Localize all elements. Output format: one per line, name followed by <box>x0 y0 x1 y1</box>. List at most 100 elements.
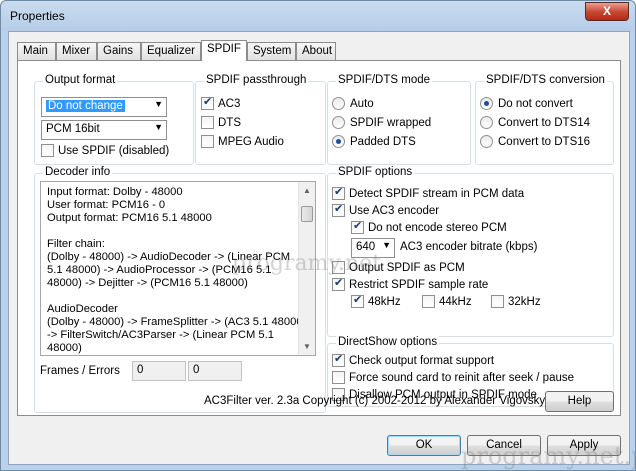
restrict-rate-checkbox[interactable]: Restrict SPDIF sample rate <box>332 276 489 291</box>
window-title: Properties <box>10 9 65 23</box>
tab-system[interactable]: System <box>247 42 296 60</box>
checkbox-icon <box>332 371 345 384</box>
bitrate-value: 640 <box>356 241 376 253</box>
detect-spdif-label: Detect SPDIF stream in PCM data <box>349 187 525 200</box>
frames-field: 0 <box>132 361 186 381</box>
restrict-rate-label: Restrict SPDIF sample rate <box>349 278 489 291</box>
chevron-down-icon: ▼ <box>382 240 391 250</box>
rate-48khz-label: 48kHz <box>368 295 401 308</box>
close-icon: X <box>602 4 611 18</box>
use-ac3-encoder-checkbox[interactable]: Use AC3 encoder <box>332 202 440 217</box>
decoder-info-textbox[interactable]: Input format: Dolby - 48000 User format:… <box>40 181 316 356</box>
radio-icon <box>332 135 345 148</box>
checkbox-icon <box>41 144 54 157</box>
passthrough-dts-checkbox[interactable]: DTS <box>201 116 241 129</box>
rate-32khz-checkbox[interactable]: 32kHz <box>491 295 541 308</box>
dts-conversion-title: SPDIF/DTS conversion <box>484 74 607 86</box>
checkbox-icon <box>351 219 364 234</box>
force-reinit-label: Force sound card to reinit after seek / … <box>349 371 575 384</box>
output-spdif-pcm-label: Output SPDIF as PCM <box>349 261 465 274</box>
use-ac3-encoder-label: Use AC3 encoder <box>349 204 440 217</box>
rate-44khz-label: 44kHz <box>439 295 472 308</box>
checkbox-icon <box>201 135 214 148</box>
checkbox-icon <box>332 261 345 274</box>
checkbox-icon <box>351 293 364 308</box>
dts-mode-wrapped-label: SPDIF wrapped <box>350 116 432 129</box>
passthrough-ac3-checkbox[interactable]: AC3 <box>201 95 241 110</box>
decoder-info-text: Input format: Dolby - 48000 User format:… <box>47 186 307 354</box>
scroll-thumb[interactable] <box>301 206 313 222</box>
checkbox-icon <box>332 276 345 291</box>
spdif-options-group: SPDIF options Detect SPDIF stream in PCM… <box>327 166 614 337</box>
passthrough-mpeg-label: MPEG Audio <box>218 135 284 148</box>
sample-format-combo[interactable]: PCM 16bit ▼ <box>41 120 167 140</box>
help-button[interactable]: Help <box>545 391 614 412</box>
scroll-up-icon[interactable]: ▲ <box>299 182 315 199</box>
tab-spdif[interactable]: SPDIF <box>201 40 247 61</box>
properties-window: Properties X Main Mixer Gains Equalizer … <box>0 0 636 471</box>
close-button[interactable]: X <box>585 2 629 21</box>
decoder-info-scrollbar[interactable]: ▲ ▼ <box>298 182 315 355</box>
use-spdif-label: Use SPDIF (disabled) <box>58 144 170 157</box>
convert-none-radio[interactable]: Do not convert <box>480 97 573 110</box>
convert-dts16-label: Convert to DTS16 <box>498 135 591 148</box>
tab-main[interactable]: Main <box>17 42 56 60</box>
bitrate-label: AC3 encoder bitrate (kbps) <box>400 241 538 253</box>
output-spdif-pcm-checkbox[interactable]: Output SPDIF as PCM <box>332 261 465 274</box>
scroll-down-icon[interactable]: ▼ <box>299 338 315 355</box>
checkbox-icon <box>491 295 504 308</box>
detect-spdif-checkbox[interactable]: Detect SPDIF stream in PCM data <box>332 185 525 200</box>
chevron-down-icon: ▼ <box>154 122 163 132</box>
dts-mode-padded-radio[interactable]: Padded DTS <box>332 135 416 148</box>
convert-none-label: Do not convert <box>498 97 573 110</box>
radio-icon <box>480 135 493 148</box>
checkbox-icon <box>332 352 345 367</box>
dialog-client: Main Mixer Gains Equalizer SPDIF System … <box>8 31 636 470</box>
sample-format-value: PCM 16bit <box>46 123 100 135</box>
checkbox-icon <box>332 185 345 200</box>
passthrough-ac3-label: AC3 <box>218 97 241 110</box>
checkbox-icon <box>422 295 435 308</box>
convert-dts16-radio[interactable]: Convert to DTS16 <box>480 135 590 148</box>
passthrough-mpeg-checkbox[interactable]: MPEG Audio <box>201 135 284 148</box>
rate-44khz-checkbox[interactable]: 44kHz <box>422 295 472 308</box>
title-bar[interactable]: Properties X <box>1 1 635 31</box>
spdif-tab-panel: Output format Do not change ▼ PCM 16bit … <box>17 60 621 416</box>
apply-button[interactable]: Apply <box>547 435 621 456</box>
output-format-title: Output format <box>43 74 118 86</box>
copyright-text: AC3Filter ver. 2.3a Copyright (c) 2002-2… <box>204 395 546 407</box>
no-stereo-checkbox[interactable]: Do not encode stereo PCM <box>351 219 507 234</box>
radio-icon <box>332 97 345 110</box>
dts-mode-title: SPDIF/DTS mode <box>336 74 433 86</box>
cancel-button[interactable]: Cancel <box>467 435 541 456</box>
checkbox-icon <box>332 202 345 217</box>
no-stereo-label: Do not encode stereo PCM <box>368 221 507 234</box>
dts-mode-padded-label: Padded DTS <box>350 135 416 148</box>
tab-gains[interactable]: Gains <box>97 42 141 60</box>
bitrate-combo[interactable]: 640 ▼ <box>351 238 395 258</box>
chevron-down-icon: ▼ <box>154 99 163 109</box>
radio-icon <box>332 116 345 129</box>
output-format-combo[interactable]: Do not change ▼ <box>41 97 167 117</box>
dts-mode-wrapped-radio[interactable]: SPDIF wrapped <box>332 116 431 129</box>
dts-mode-auto-label: Auto <box>350 97 374 110</box>
dts-mode-auto-radio[interactable]: Auto <box>332 97 374 110</box>
radio-icon <box>480 116 493 129</box>
ok-button[interactable]: OK <box>387 435 461 456</box>
tab-about[interactable]: About <box>296 42 336 60</box>
check-output-format-checkbox[interactable]: Check output format support <box>332 352 495 367</box>
checkbox-icon <box>201 95 214 110</box>
force-reinit-checkbox[interactable]: Force sound card to reinit after seek / … <box>332 371 574 384</box>
tab-equalizer[interactable]: Equalizer <box>141 42 201 60</box>
convert-dts14-label: Convert to DTS14 <box>498 116 591 129</box>
use-spdif-checkbox[interactable]: Use SPDIF (disabled) <box>41 144 169 157</box>
decoder-info-title: Decoder info <box>43 166 113 178</box>
tab-mixer[interactable]: Mixer <box>56 42 97 60</box>
rate-48khz-checkbox[interactable]: 48kHz <box>351 293 401 308</box>
convert-dts14-radio[interactable]: Convert to DTS14 <box>480 116 590 129</box>
passthrough-group: SPDIF passthrough AC3 DTS MPEG Audio <box>195 74 326 165</box>
errors-field: 0 <box>188 361 242 381</box>
frames-errors-label: Frames / Errors <box>40 365 120 377</box>
passthrough-dts-label: DTS <box>218 116 241 129</box>
check-output-format-label: Check output format support <box>349 354 495 367</box>
